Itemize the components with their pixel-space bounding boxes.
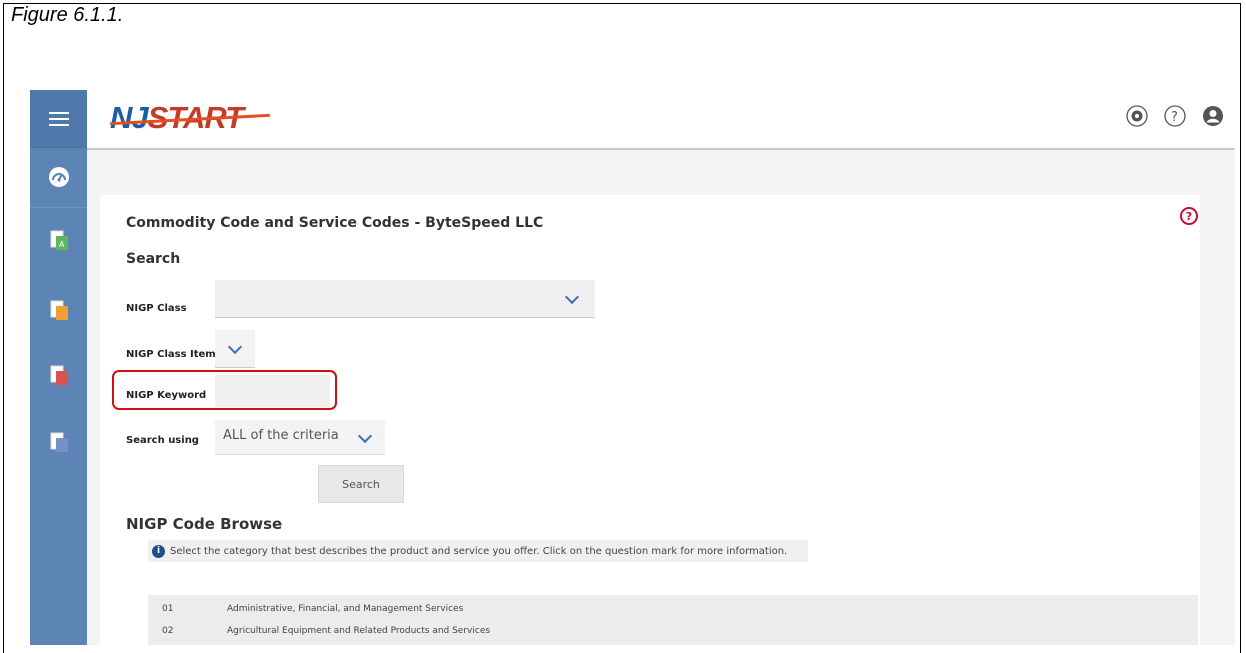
document-orange-icon (50, 300, 68, 320)
nigp-class-select[interactable] (215, 280, 595, 318)
document-blue-icon (50, 432, 68, 452)
header-actions: ? (1125, 104, 1225, 128)
chevron-down-icon (227, 339, 243, 355)
nigp-class-item-label: NIGP Class Item (126, 349, 216, 360)
code-description: Administrative, Financial, and Managemen… (227, 604, 464, 614)
code-number: 02 (162, 626, 174, 636)
code-description: Agricultural Equipment and Related Produ… (227, 626, 491, 636)
nigp-code-list: 01 Administrative, Financial, and Manage… (148, 595, 1198, 645)
sidebar-item-documents-blue[interactable] (30, 422, 87, 462)
info-message: i Select the category that best describe… (148, 540, 808, 562)
chevron-down-icon (564, 289, 580, 305)
nigp-class-item-select[interactable] (215, 330, 255, 368)
search-using-value: ALL of the criteria (223, 428, 339, 443)
search-section-title: Search (126, 251, 181, 267)
svg-text:?: ? (1171, 110, 1178, 125)
nigp-code-browse-title: NIGP Code Browse (126, 515, 283, 533)
menu-button[interactable] (30, 90, 87, 148)
list-item[interactable]: 02 Agricultural Equipment and Related Pr… (148, 620, 1198, 642)
user-icon[interactable] (1201, 104, 1225, 128)
sidebar-item-documents-red[interactable] (30, 355, 87, 395)
svg-text:A: A (59, 240, 65, 249)
search-using-label: Search using (126, 435, 199, 446)
info-icon: i (152, 544, 165, 558)
figure-caption: Figure 6.1.1. (11, 4, 124, 26)
top-header: NJSTART ? (87, 90, 1235, 150)
sidebar-item-dashboard[interactable] (30, 147, 87, 208)
sidebar-item-documents-green[interactable]: A (30, 220, 87, 260)
search-button[interactable]: Search (318, 465, 404, 503)
nigp-class-label: NIGP Class (126, 303, 187, 314)
code-number: 01 (162, 604, 174, 614)
app-screenshot: A NJSTART ? Commodity Code and Service C… (30, 90, 1235, 645)
list-item[interactable]: 01 Administrative, Financial, and Manage… (148, 598, 1198, 620)
info-text: Select the category that best describes … (170, 545, 788, 557)
dashboard-icon (48, 167, 69, 187)
chevron-down-icon (357, 428, 373, 444)
sidebar: A (30, 90, 87, 645)
document-red-icon (50, 365, 68, 385)
nigp-keyword-input[interactable] (215, 375, 330, 407)
page-title: Commodity Code and Service Codes - ByteS… (126, 215, 544, 231)
sidebar-item-documents-orange[interactable] (30, 290, 87, 330)
document-green-icon: A (50, 230, 68, 250)
commodity-codes-card: Commodity Code and Service Codes - ByteS… (100, 195, 1200, 645)
nigp-keyword-label: NIGP Keyword (126, 390, 207, 401)
menu-icon (48, 111, 69, 126)
question-icon[interactable]: ? (1180, 207, 1198, 225)
search-using-select[interactable]: ALL of the criteria (215, 420, 385, 455)
help-icon[interactable]: ? (1163, 104, 1187, 128)
gear-icon[interactable] (1125, 104, 1149, 128)
